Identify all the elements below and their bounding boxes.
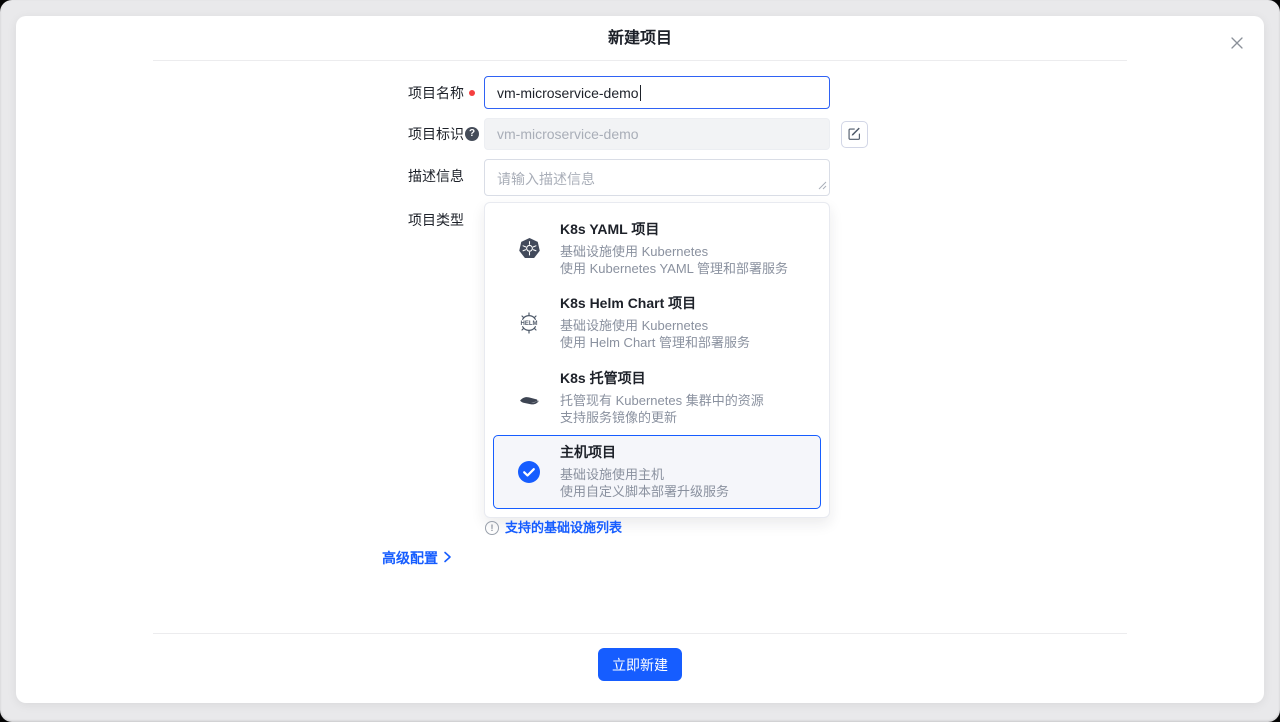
type-title: K8s 托管项目 — [560, 369, 764, 387]
type-desc-1: 基础设施使用 Kubernetes — [560, 243, 788, 260]
hosting-hand-icon — [517, 386, 541, 409]
edit-square-icon — [847, 126, 862, 144]
advanced-config-link[interactable]: 高级配置 — [382, 550, 452, 566]
type-title: K8s YAML 项目 — [560, 220, 788, 238]
required-dot — [469, 90, 475, 96]
description-placeholder: 请输入描述信息 — [497, 171, 595, 187]
edit-slug-button[interactable] — [841, 121, 868, 148]
infra-support-row: ! 支持的基础设施列表 — [485, 520, 622, 536]
header-divider — [153, 60, 1127, 61]
project-slug-input[interactable]: vm-microservice-demo — [484, 118, 830, 150]
advanced-config-label: 高级配置 — [382, 550, 438, 566]
new-project-modal: 新建项目 项目名称 vm-microservice-demo 项目标识 ? vm… — [16, 16, 1264, 703]
type-card-k8s-hosted[interactable]: K8s 托管项目 托管现有 Kubernetes 集群中的资源 支持服务镜像的更… — [493, 360, 821, 435]
footer-divider — [153, 633, 1127, 634]
page-title: 新建项目 — [16, 31, 1264, 47]
type-desc-2: 使用自定义脚本部署升级服务 — [560, 483, 729, 500]
type-card-host[interactable]: 主机项目 基础设施使用主机 使用自定义脚本部署升级服务 — [493, 435, 821, 510]
type-desc-2: 使用 Helm Chart 管理和部署服务 — [560, 334, 750, 351]
create-button[interactable]: 立即新建 — [598, 648, 682, 681]
svg-text:HELM: HELM — [521, 321, 538, 327]
project-type-label: 项目类型 — [408, 212, 464, 228]
close-icon[interactable] — [1228, 34, 1246, 52]
text-caret — [640, 85, 641, 101]
project-slug-label: 项目标识 — [408, 126, 464, 142]
description-textarea[interactable]: 请输入描述信息 — [484, 159, 830, 196]
info-circle-icon: ! — [485, 521, 499, 535]
project-type-panel: K8s YAML 项目 基础设施使用 Kubernetes 使用 Kuberne… — [484, 202, 830, 518]
description-label: 描述信息 — [408, 168, 464, 184]
helm-icon: HELM — [517, 311, 541, 335]
project-name-label: 项目名称 — [408, 85, 464, 101]
question-circle-icon: ? — [465, 127, 479, 141]
type-title: K8s Helm Chart 项目 — [560, 294, 750, 312]
app-window: 新建项目 项目名称 vm-microservice-demo 项目标识 ? vm… — [0, 0, 1280, 722]
type-desc-2: 使用 Kubernetes YAML 管理和部署服务 — [560, 260, 788, 277]
type-title: 主机项目 — [560, 443, 729, 461]
kubernetes-icon — [517, 237, 541, 260]
project-name-value: vm-microservice-demo — [497, 85, 639, 101]
project-slug-placeholder: vm-microservice-demo — [497, 126, 639, 142]
type-desc-2: 支持服务镜像的更新 — [560, 409, 764, 426]
type-card-k8s-helm[interactable]: HELM K8s Helm Chart 项目 基础设施使用 Kubernetes… — [493, 286, 821, 361]
check-circle-icon — [517, 461, 541, 483]
type-desc-1: 托管现有 Kubernetes 集群中的资源 — [560, 392, 764, 409]
chevron-right-icon — [443, 550, 452, 566]
type-desc-1: 基础设施使用主机 — [560, 466, 729, 483]
type-desc-1: 基础设施使用 Kubernetes — [560, 317, 750, 334]
infra-list-link[interactable]: 支持的基础设施列表 — [505, 520, 622, 536]
project-name-input[interactable]: vm-microservice-demo — [484, 76, 830, 109]
resize-handle-icon[interactable] — [818, 177, 827, 193]
type-card-k8s-yaml[interactable]: K8s YAML 项目 基础设施使用 Kubernetes 使用 Kuberne… — [493, 211, 821, 286]
